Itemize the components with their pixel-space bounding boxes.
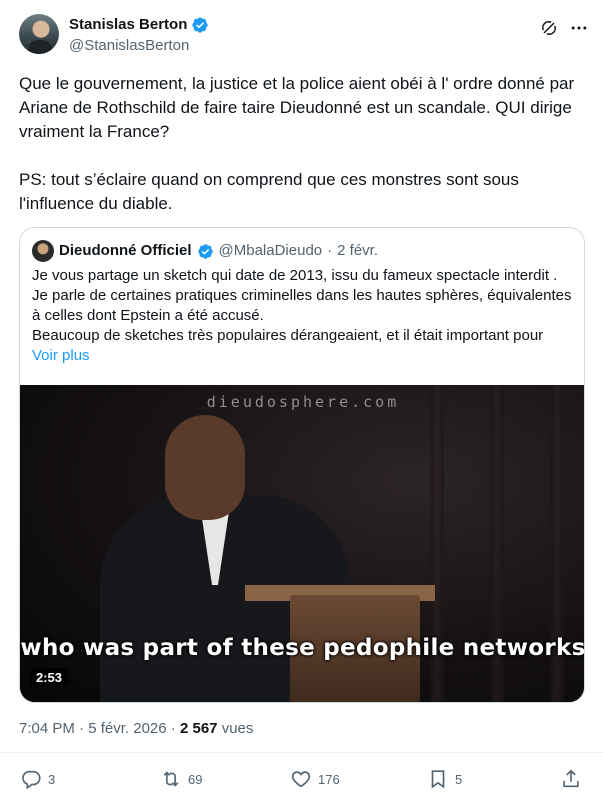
tweet-header: Stanislas Berton @StanislasBerton	[19, 14, 589, 58]
bookmark-button[interactable]: 5	[427, 768, 462, 790]
quote-avatar[interactable]	[32, 240, 54, 262]
repost-icon	[163, 771, 179, 787]
tweet-date[interactable]: 5 févr. 2026	[88, 720, 166, 737]
tweet-text: Que le gouvernement, la justice et la po…	[19, 74, 575, 213]
quote-header: Dieudonné Officiel @MbalaDieudo · 2 févr…	[32, 240, 378, 262]
reply-button[interactable]: 3	[20, 768, 55, 790]
grok-icon[interactable]	[539, 18, 559, 38]
repost-count: 69	[188, 771, 203, 787]
show-more-link[interactable]: Voir plus	[32, 346, 577, 366]
divider	[0, 752, 603, 753]
reply-icon	[22, 770, 41, 790]
quote-line: Je vous partage un sketch qui date de 20…	[32, 267, 558, 284]
tweet-time[interactable]: 7:04 PM	[19, 720, 75, 737]
views-count: 2 567	[179, 720, 218, 737]
bookmark-count: 5	[455, 771, 463, 787]
more-options-icon[interactable]	[569, 18, 589, 38]
action-bar: 3 69 176 5	[20, 768, 585, 794]
quote-separator: ·	[327, 242, 333, 259]
avatar[interactable]	[19, 14, 59, 54]
heart-icon	[291, 771, 311, 788]
video-player[interactable]: dieudosphere.com who was part of these p…	[20, 385, 585, 702]
quote-line: Je parle de certaines pratiques criminel…	[32, 287, 572, 324]
quote-date: 2 févr.	[337, 242, 378, 259]
speaker-head	[165, 415, 245, 520]
bookmark-icon	[431, 770, 445, 789]
like-button[interactable]: 176	[290, 768, 340, 790]
like-count: 176	[318, 771, 340, 787]
quote-text: Je vous partage un sketch qui date de 20…	[32, 266, 577, 366]
name-row: Stanislas Berton	[69, 15, 209, 35]
video-watermark: dieudosphere.com	[206, 393, 400, 411]
meta-separator: ·	[170, 720, 176, 737]
quote-line: Beaucoup de sketches très populaires dér…	[32, 327, 544, 344]
quote-handle: @MbalaDieudo	[218, 242, 323, 259]
video-duration-badge: 2:53	[30, 668, 69, 687]
quote-verified-badge-icon	[197, 243, 213, 259]
quote-display-name: Dieudonné Officiel	[59, 242, 192, 259]
verified-badge-icon	[192, 17, 209, 33]
tweet-meta: 7:04 PM · 5 févr. 2026 · 2 567 vues	[19, 720, 253, 737]
share-button[interactable]	[560, 768, 582, 790]
author-handle[interactable]: @StanislasBerton	[69, 36, 189, 56]
meta-separator: ·	[79, 720, 85, 737]
repost-button[interactable]: 69	[160, 768, 202, 790]
quoted-tweet[interactable]: Dieudonné Officiel @MbalaDieudo · 2 févr…	[19, 227, 585, 703]
views-label: vues	[221, 720, 254, 737]
video-subtitle: who was part of these pedophile networks	[20, 635, 585, 661]
reply-count: 3	[48, 771, 56, 787]
share-icon	[563, 769, 579, 788]
author-display-name[interactable]: Stanislas Berton	[69, 15, 187, 35]
